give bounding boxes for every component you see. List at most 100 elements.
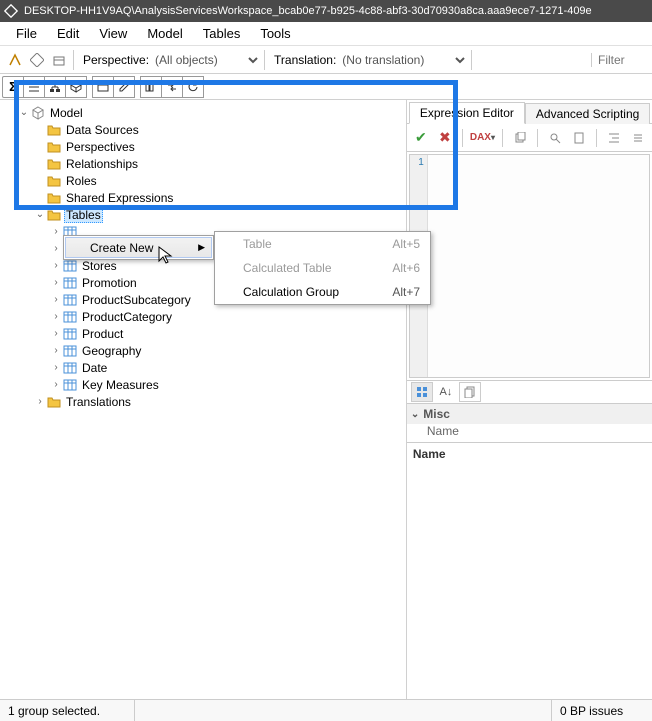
find-icon[interactable] <box>545 128 565 148</box>
iconbar-window[interactable] <box>92 76 114 98</box>
iconbar-hierarchy[interactable] <box>44 76 66 98</box>
table-row[interactable]: ›Product <box>0 325 406 342</box>
code-editor[interactable]: 1 <box>409 154 650 378</box>
toolbar-separator-3 <box>471 50 472 70</box>
script-icon[interactable] <box>569 128 589 148</box>
chevron-right-icon: ▶ <box>198 242 205 253</box>
prop-description: Name <box>407 442 652 699</box>
prop-row-name[interactable]: Name <box>407 424 652 442</box>
tree-folder-translations[interactable]: ›Translations <box>0 393 406 410</box>
main-area: ⌄Model ›Data Sources ›Perspectives ›Rela… <box>0 100 652 699</box>
table-row[interactable]: ›Geography <box>0 342 406 359</box>
window-title: DESKTOP-HH1V9AQ\AnalysisServicesWorkspac… <box>24 5 592 17</box>
view-iconbar: Σ <box>0 74 652 100</box>
status-spacer <box>135 700 552 721</box>
filter-box[interactable] <box>591 53 648 67</box>
menu-view[interactable]: View <box>91 24 135 43</box>
tree-folder-roles[interactable]: ›Roles <box>0 172 406 189</box>
submenu-calculated-table[interactable]: Calculated TableAlt+6 <box>215 256 430 280</box>
iconbar-refresh[interactable] <box>182 76 204 98</box>
expression-tabs: Expression Editor Advanced Scripting <box>407 100 652 124</box>
tree-folder-perspectives[interactable]: ›Perspectives <box>0 138 406 155</box>
separator <box>537 129 538 147</box>
tree-folder-datasources[interactable]: ›Data Sources <box>0 121 406 138</box>
menu-file[interactable]: File <box>8 24 45 43</box>
perspective-combo[interactable]: (All objects) <box>151 52 261 68</box>
context-menu: Create New▶ <box>63 235 214 260</box>
table-icon <box>62 344 78 358</box>
table-row[interactable]: ›ProductCategory <box>0 308 406 325</box>
accept-icon[interactable]: ✔ <box>411 128 431 148</box>
editor-toolbar: ✔ ✖ DAX▾ <box>407 124 652 152</box>
toolbar-separator <box>73 50 74 70</box>
folder-icon <box>46 208 62 222</box>
iconbar-swap[interactable] <box>161 76 183 98</box>
prop-categorized-icon[interactable] <box>411 382 433 402</box>
prop-category[interactable]: ⌄Misc <box>407 404 652 424</box>
right-panel: Expression Editor Advanced Scripting ✔ ✖… <box>407 100 652 699</box>
iconbar-sigma[interactable]: Σ <box>2 76 24 98</box>
iconbar-list[interactable] <box>23 76 45 98</box>
table-icon <box>62 276 78 290</box>
status-selection: 1 group selected. <box>0 700 135 721</box>
menu-model[interactable]: Model <box>139 24 190 43</box>
table-row[interactable]: ›Date <box>0 359 406 376</box>
table-icon <box>62 327 78 341</box>
menu-tools[interactable]: Tools <box>252 24 298 43</box>
table-row[interactable]: ›Key Measures <box>0 376 406 393</box>
table-icon <box>62 361 78 375</box>
iconbar-edit[interactable] <box>113 76 135 98</box>
folder-icon <box>46 191 62 205</box>
filter-input[interactable] <box>598 53 648 67</box>
folder-icon <box>46 123 62 137</box>
properties-toolbar: A↓ <box>407 380 652 404</box>
iconbar-cube[interactable] <box>65 76 87 98</box>
submenu-calculation-group[interactable]: Calculation GroupAlt+7 <box>215 280 430 304</box>
tree-folder-tables[interactable]: ⌄Tables <box>0 206 406 223</box>
toolbar-btn-2[interactable] <box>26 49 48 71</box>
menu-edit[interactable]: Edit <box>49 24 87 43</box>
tree-panel: ⌄Model ›Data Sources ›Perspectives ›Rela… <box>0 100 407 699</box>
translation-combo[interactable]: (No translation) <box>338 52 468 68</box>
folder-icon <box>46 157 62 171</box>
menu-create-new[interactable]: Create New▶ <box>65 237 212 258</box>
translation-label: Translation: <box>274 53 336 67</box>
tab-advanced-scripting[interactable]: Advanced Scripting <box>525 103 650 124</box>
comment-icon[interactable] <box>628 128 648 148</box>
toolbar-separator-2 <box>264 50 265 70</box>
toolbar-btn-1[interactable] <box>4 49 26 71</box>
tree-folder-sharedexp[interactable]: ›Shared Expressions <box>0 189 406 206</box>
context-submenu: TableAlt+5 Calculated TableAlt+6 Calcula… <box>214 231 431 305</box>
tree-folder-relationships[interactable]: ›Relationships <box>0 155 406 172</box>
dax-dropdown[interactable]: DAX▾ <box>470 128 495 148</box>
statusbar: 1 group selected. 0 BP issues <box>0 699 652 721</box>
folder-icon <box>46 174 62 188</box>
titlebar: DESKTOP-HH1V9AQ\AnalysisServicesWorkspac… <box>0 0 652 22</box>
code-body[interactable] <box>428 155 649 377</box>
menubar: File Edit View Model Tables Tools <box>0 22 652 46</box>
tree-root[interactable]: ⌄Model <box>0 104 406 121</box>
status-bp: 0 BP issues <box>552 700 652 721</box>
properties-grid[interactable]: ⌄Misc Name <box>407 404 652 442</box>
perspective-label: Perspective: <box>83 53 149 67</box>
app-icon <box>4 4 18 18</box>
iconbar-columns[interactable] <box>140 76 162 98</box>
table-icon <box>62 293 78 307</box>
separator <box>502 129 503 147</box>
indent-icon[interactable] <box>604 128 624 148</box>
separator <box>596 129 597 147</box>
separator <box>462 129 463 147</box>
cancel-icon[interactable]: ✖ <box>435 128 455 148</box>
table-icon <box>62 310 78 324</box>
main-toolbar: Perspective: (All objects) Translation: … <box>0 46 652 74</box>
table-icon <box>62 259 78 273</box>
tab-expression-editor[interactable]: Expression Editor <box>409 102 525 124</box>
prop-pages-icon[interactable] <box>459 382 481 402</box>
menu-tables[interactable]: Tables <box>195 24 249 43</box>
table-icon <box>62 378 78 392</box>
copy-icon[interactable] <box>510 128 530 148</box>
submenu-table[interactable]: TableAlt+5 <box>215 232 430 256</box>
prop-alpha-icon[interactable]: A↓ <box>435 382 457 402</box>
folder-icon <box>46 395 62 409</box>
toolbar-btn-3[interactable] <box>48 49 70 71</box>
